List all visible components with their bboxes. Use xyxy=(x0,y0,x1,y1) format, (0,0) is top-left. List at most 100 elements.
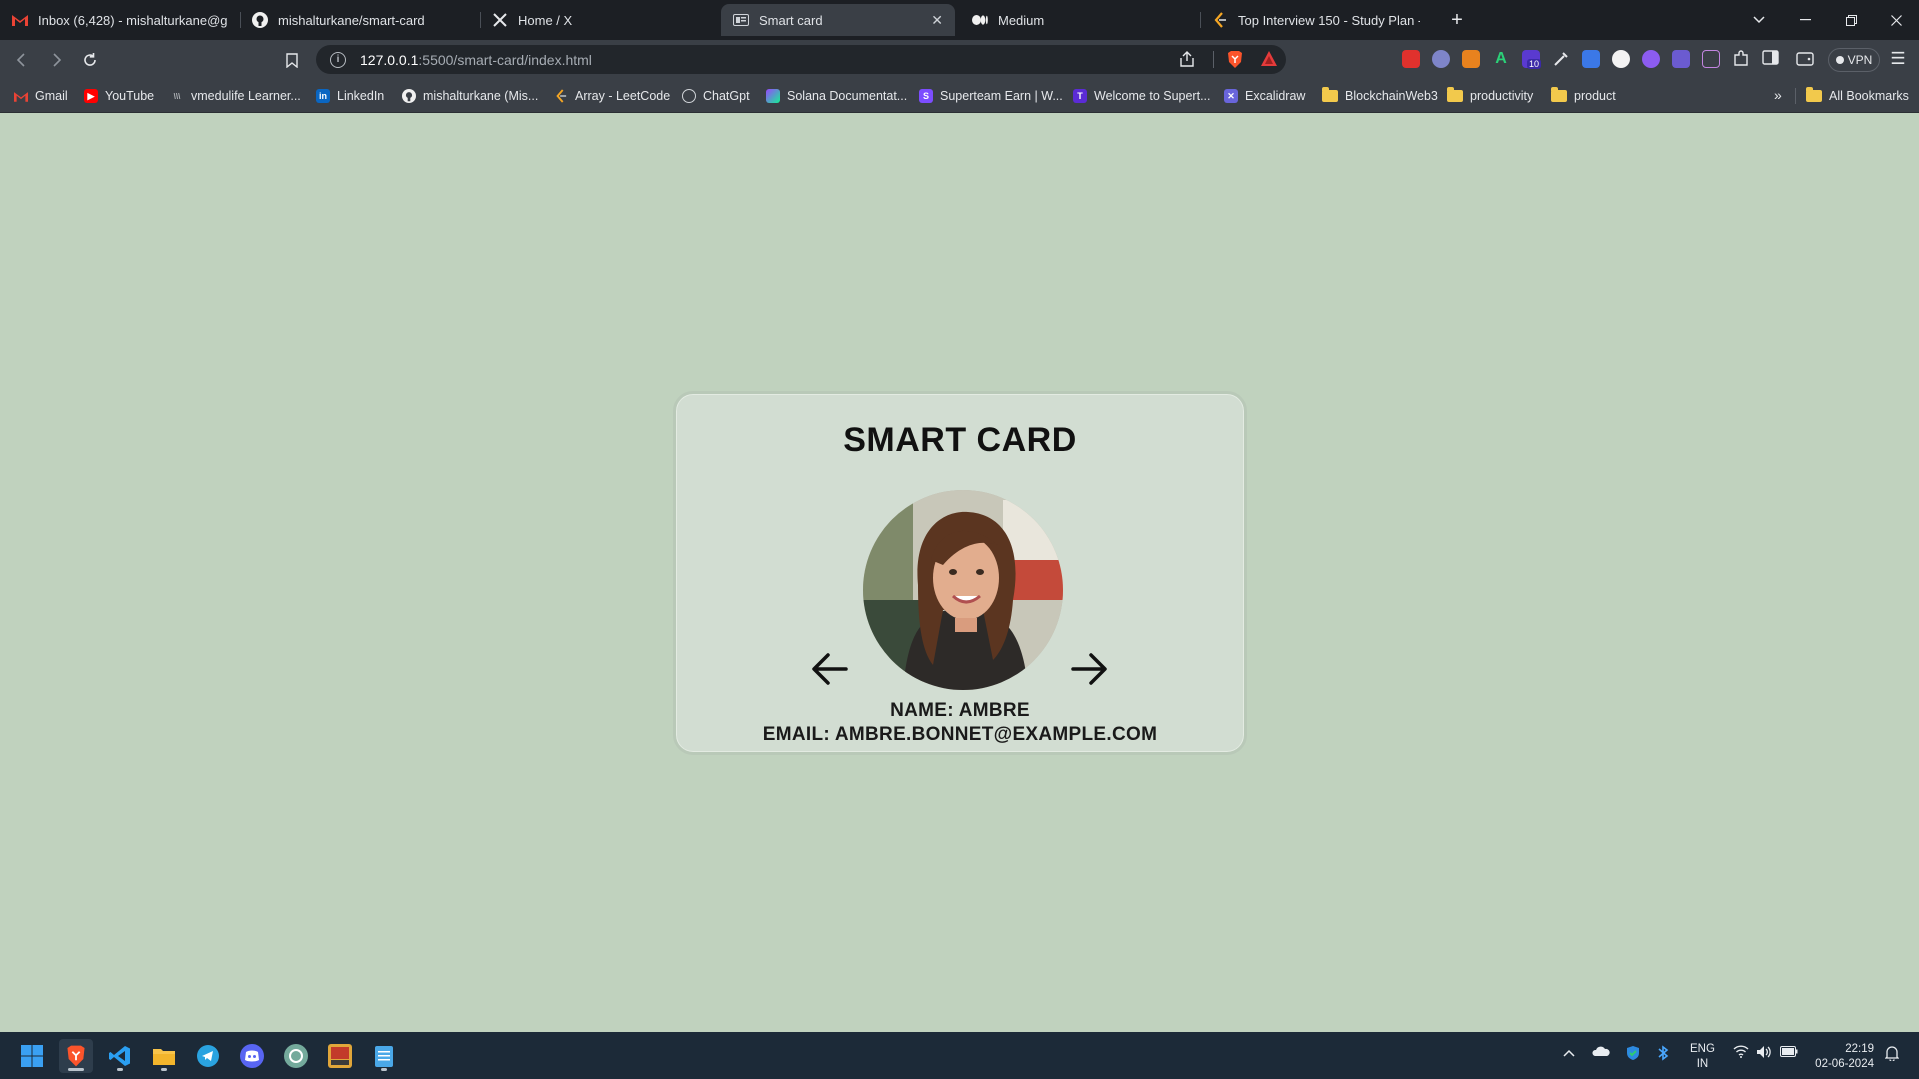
start-button[interactable] xyxy=(15,1039,49,1073)
share-icon[interactable] xyxy=(1178,50,1196,73)
all-bookmarks-label: All Bookmarks xyxy=(1829,89,1909,103)
extension-cloud-icon[interactable] xyxy=(1432,50,1450,68)
vpn-icon xyxy=(1835,56,1844,64)
tab-label: Smart card xyxy=(759,12,823,28)
site-info-icon[interactable]: i xyxy=(330,51,346,68)
taskbar-notepad[interactable] xyxy=(367,1039,401,1073)
address-bar[interactable]: i 127.0.0.1:5500/smart-card/index.html xyxy=(316,45,1286,74)
bookmark-label: LinkedIn xyxy=(337,89,385,103)
windows-taskbar: ENG IN 22:19 02-06-2024 xyxy=(0,1032,1919,1079)
bookmark-label: Solana Documentat... xyxy=(787,89,908,103)
new-tab-button[interactable]: + xyxy=(1443,6,1471,34)
extension-lock-icon[interactable] xyxy=(1402,50,1420,68)
bluetooth-icon[interactable] xyxy=(1657,1045,1669,1064)
taskbar-vscode[interactable] xyxy=(103,1039,137,1073)
bookmark-superteam-earn[interactable]: S Superteam Earn | W... xyxy=(919,86,1063,106)
page-icon xyxy=(733,12,749,28)
color-picker-icon[interactable] xyxy=(1552,50,1570,68)
brave-shields-icon[interactable] xyxy=(1226,50,1244,74)
bookmark-gmail[interactable]: Gmail xyxy=(14,86,68,106)
extension-badge-count: 10 xyxy=(1527,59,1542,69)
all-bookmarks-folder[interactable]: All Bookmarks xyxy=(1806,86,1909,106)
translate-icon[interactable] xyxy=(1582,50,1600,68)
previous-arrow-icon[interactable] xyxy=(810,649,850,689)
language-line1: ENG xyxy=(1690,1043,1715,1055)
notepad-icon xyxy=(375,1046,393,1067)
forward-button[interactable] xyxy=(42,46,70,74)
bookmark-linkedin[interactable]: in LinkedIn xyxy=(316,86,384,106)
restore-button[interactable] xyxy=(1828,0,1874,40)
taskbar-app-rr[interactable] xyxy=(323,1039,357,1073)
running-indicator xyxy=(117,1068,123,1071)
close-icon[interactable]: ✕ xyxy=(931,12,943,29)
extension-refresh-icon[interactable] xyxy=(1642,50,1660,68)
metamask-icon[interactable] xyxy=(1462,50,1480,68)
defender-icon[interactable] xyxy=(1625,1045,1641,1064)
folder-icon xyxy=(1551,87,1567,102)
battery-icon[interactable] xyxy=(1780,1045,1798,1060)
extensions-puzzle-icon[interactable] xyxy=(1732,50,1750,68)
close-window-button[interactable] xyxy=(1873,0,1919,40)
minimize-button[interactable] xyxy=(1782,0,1828,40)
wifi-icon[interactable] xyxy=(1733,1045,1749,1061)
next-arrow-icon[interactable] xyxy=(1069,649,1109,689)
reload-button[interactable] xyxy=(76,46,104,74)
extension-circle-icon[interactable] xyxy=(1612,50,1630,68)
menu-icon[interactable]: ☰ xyxy=(1887,48,1909,70)
tab-leetcode[interactable]: Top Interview 150 - Study Plan - Leet xyxy=(1200,4,1432,36)
taskbar-brave[interactable] xyxy=(59,1039,93,1073)
sidebar-icon[interactable] xyxy=(1762,50,1780,68)
grammar-extension-icon[interactable]: A xyxy=(1492,50,1510,68)
x-icon xyxy=(492,12,508,28)
solana-icon xyxy=(766,89,780,103)
wallet-icon[interactable] xyxy=(1796,50,1814,68)
tab-smart-card[interactable]: Smart card ✕ xyxy=(721,4,955,36)
tab-medium[interactable]: Medium xyxy=(960,4,1200,36)
profile-photo xyxy=(863,490,1063,690)
bookmark-excalidraw[interactable]: ✕ Excalidraw xyxy=(1224,86,1305,106)
bookmark-chatgpt[interactable]: ChatGpt xyxy=(682,86,750,106)
extension-badge-icon[interactable]: 10 xyxy=(1522,50,1542,69)
onedrive-icon[interactable] xyxy=(1592,1045,1610,1060)
medium-icon xyxy=(972,12,988,28)
back-button[interactable] xyxy=(8,46,36,74)
running-indicator xyxy=(381,1068,387,1071)
bookmark-folder-blockchainweb3[interactable]: BlockchainWeb3 xyxy=(1322,86,1438,106)
brave-rewards-icon[interactable] xyxy=(1260,50,1278,73)
telegram-icon xyxy=(197,1045,219,1067)
tray-overflow-icon[interactable] xyxy=(1563,1045,1575,1060)
bookmark-welcome-superteam[interactable]: T Welcome to Supert... xyxy=(1073,86,1211,106)
bookmark-github[interactable]: mishalturkane (Mis... xyxy=(402,86,538,106)
more-bookmarks-icon[interactable]: » xyxy=(1774,87,1782,103)
github-icon xyxy=(402,89,416,103)
taskbar-telegram[interactable] xyxy=(191,1039,225,1073)
taskbar-chatgpt[interactable] xyxy=(279,1039,313,1073)
tab-github[interactable]: mishalturkane/smart-card xyxy=(240,4,480,36)
vpn-label: VPN xyxy=(1847,53,1873,67)
running-indicator xyxy=(68,1068,84,1071)
tab-label: Inbox (6,428) - mishalturkane@gmail xyxy=(38,12,228,28)
tab-search-icon[interactable] xyxy=(1736,0,1782,40)
tab-label: Medium xyxy=(998,12,1045,28)
tab-gmail[interactable]: Inbox (6,428) - mishalturkane@gmail xyxy=(0,4,240,36)
bookmark-label: Gmail xyxy=(35,89,68,103)
bookmark-solana[interactable]: Solana Documentat... xyxy=(766,86,907,106)
extension-wave-icon[interactable] xyxy=(1702,50,1720,68)
system-clock[interactable]: 22:19 02-06-2024 xyxy=(1812,1042,1874,1072)
notification-bell-icon[interactable] xyxy=(1884,1045,1900,1064)
tab-x[interactable]: Home / X xyxy=(480,4,720,36)
taskbar-file-explorer[interactable] xyxy=(147,1039,181,1073)
taskbar-discord[interactable] xyxy=(235,1039,269,1073)
bookmark-icon[interactable] xyxy=(278,46,306,74)
bookmark-vmedulife[interactable]: \\\ vmedulife Learner... xyxy=(170,86,301,106)
card-name: NAME: AMBRE xyxy=(890,700,1030,721)
url-path: :5500/smart-card/index.html xyxy=(418,51,592,68)
bookmark-leetcode[interactable]: Array - LeetCode xyxy=(554,86,670,106)
extension-shuffle-icon[interactable] xyxy=(1672,50,1690,68)
bookmark-folder-productivity[interactable]: productivity xyxy=(1447,86,1533,106)
bookmark-youtube[interactable]: ▶ YouTube xyxy=(84,86,154,106)
language-indicator[interactable]: ENG IN xyxy=(1690,1042,1715,1072)
vpn-button[interactable]: VPN xyxy=(1828,48,1880,72)
volume-icon[interactable] xyxy=(1756,1045,1772,1062)
bookmark-folder-product[interactable]: product xyxy=(1551,86,1616,106)
